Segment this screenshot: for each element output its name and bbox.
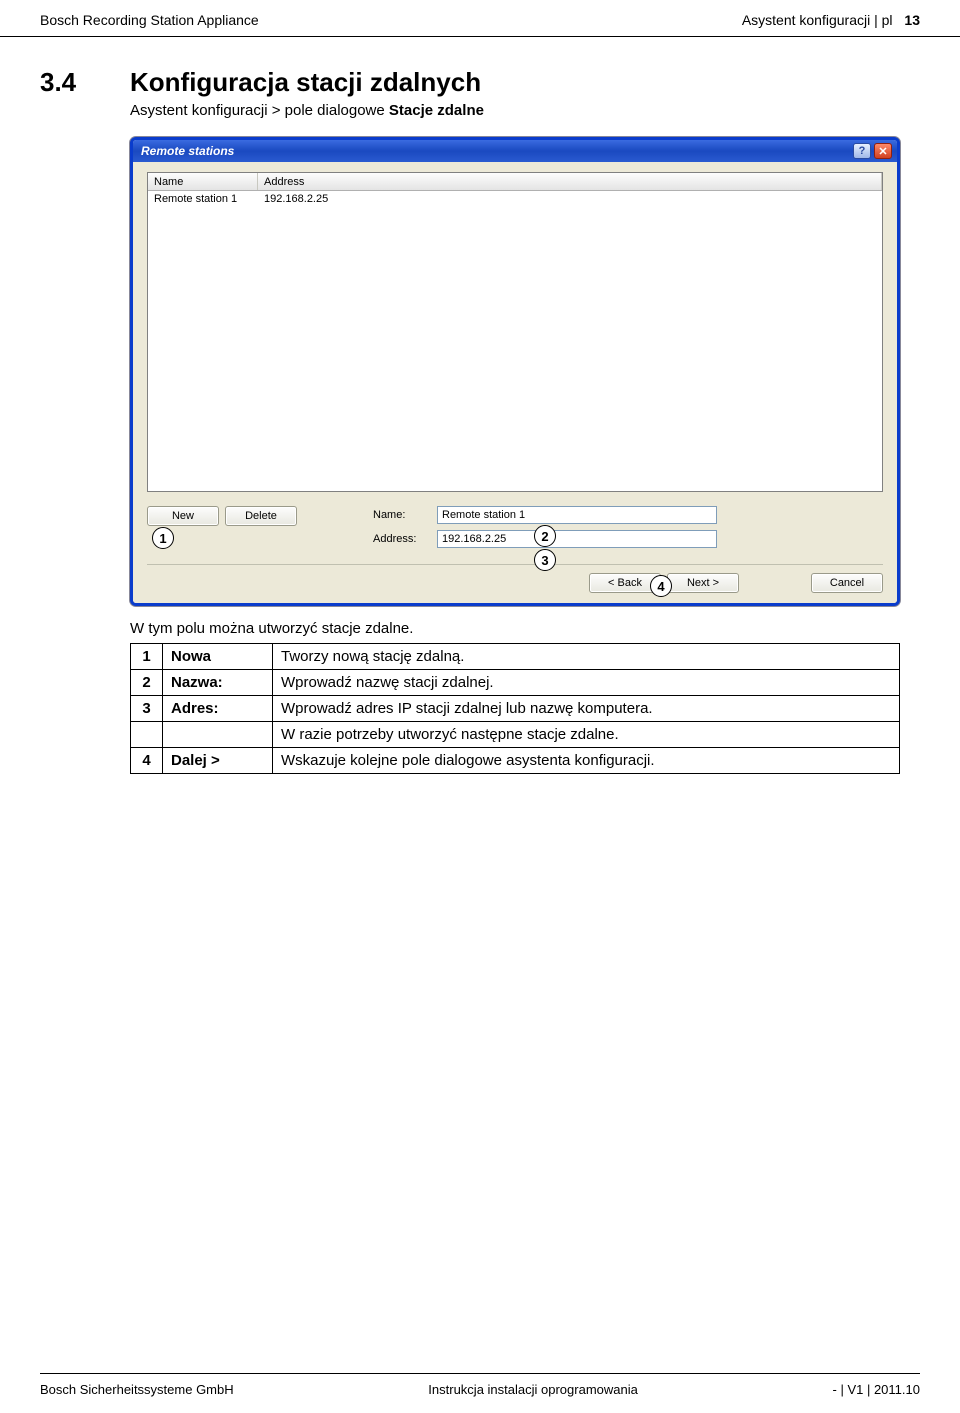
list-header: Name Address [148,173,882,191]
table-row: 2 Nazwa: Wprowadź nazwę stacji zdalnej. [131,670,900,696]
help-icon[interactable]: ? [853,143,871,159]
dialog-title: Remote stations [141,144,234,158]
screenshot-figure: Remote stations ? ✕ Name Address Remote … [130,137,900,606]
remote-stations-dialog: Remote stations ? ✕ Name Address Remote … [130,137,900,606]
reference-table: 1 Nowa Tworzy nową stację zdalną. 2 Nazw… [130,643,900,774]
footer-right: - | V1 | 2011.10 [833,1382,920,1397]
next-button[interactable]: Next > [667,573,739,593]
remote-stations-list[interactable]: Name Address Remote station 1 192.168.2.… [147,172,883,492]
page-number: 13 [904,12,920,28]
page-header: Bosch Recording Station Appliance Asyste… [0,0,960,37]
table-row: W razie potrzeby utworzyć następne stacj… [131,722,900,748]
name-input[interactable] [437,506,717,524]
row-address: 192.168.2.25 [258,193,882,205]
cancel-button[interactable]: Cancel [811,573,883,593]
section-number: 3.4 [40,67,90,98]
callout-4: 4 [650,575,672,597]
breadcrumb: Asystent konfiguracji > pole dialogowe S… [130,102,920,119]
row-name: Remote station 1 [148,193,258,205]
header-left: Bosch Recording Station Appliance [40,12,259,28]
callout-1: 1 [152,527,174,549]
list-item[interactable]: Remote station 1 192.168.2.25 [148,191,882,207]
table-row: 3 Adres: Wprowadź adres IP stacji zdalne… [131,696,900,722]
callout-2: 2 [534,525,556,547]
col-name[interactable]: Name [148,173,258,190]
figure-caption: W tym polu można utworzyć stacje zdalne. [130,620,920,637]
header-right: Asystent konfiguracji | pl 13 [742,12,920,28]
callout-3: 3 [534,549,556,571]
table-row: 1 Nowa Tworzy nową stację zdalną. [131,644,900,670]
section-title: Konfiguracja stacji zdalnych [130,67,481,98]
footer-center: Instrukcja instalacji oprogramowania [428,1382,638,1397]
table-row: 4 Dalej > Wskazuje kolejne pole dialogow… [131,748,900,774]
page-footer: Bosch Sicherheitssysteme GmbH Instrukcja… [40,1373,920,1397]
address-label: Address: [373,533,429,545]
footer-left: Bosch Sicherheitssysteme GmbH [40,1382,234,1397]
col-address[interactable]: Address [258,173,882,190]
new-button[interactable]: New [147,506,219,526]
delete-button[interactable]: Delete [225,506,297,526]
address-input[interactable] [437,530,717,548]
name-label: Name: [373,509,429,521]
dialog-titlebar: Remote stations ? ✕ [133,140,897,162]
close-icon[interactable]: ✕ [874,143,892,159]
